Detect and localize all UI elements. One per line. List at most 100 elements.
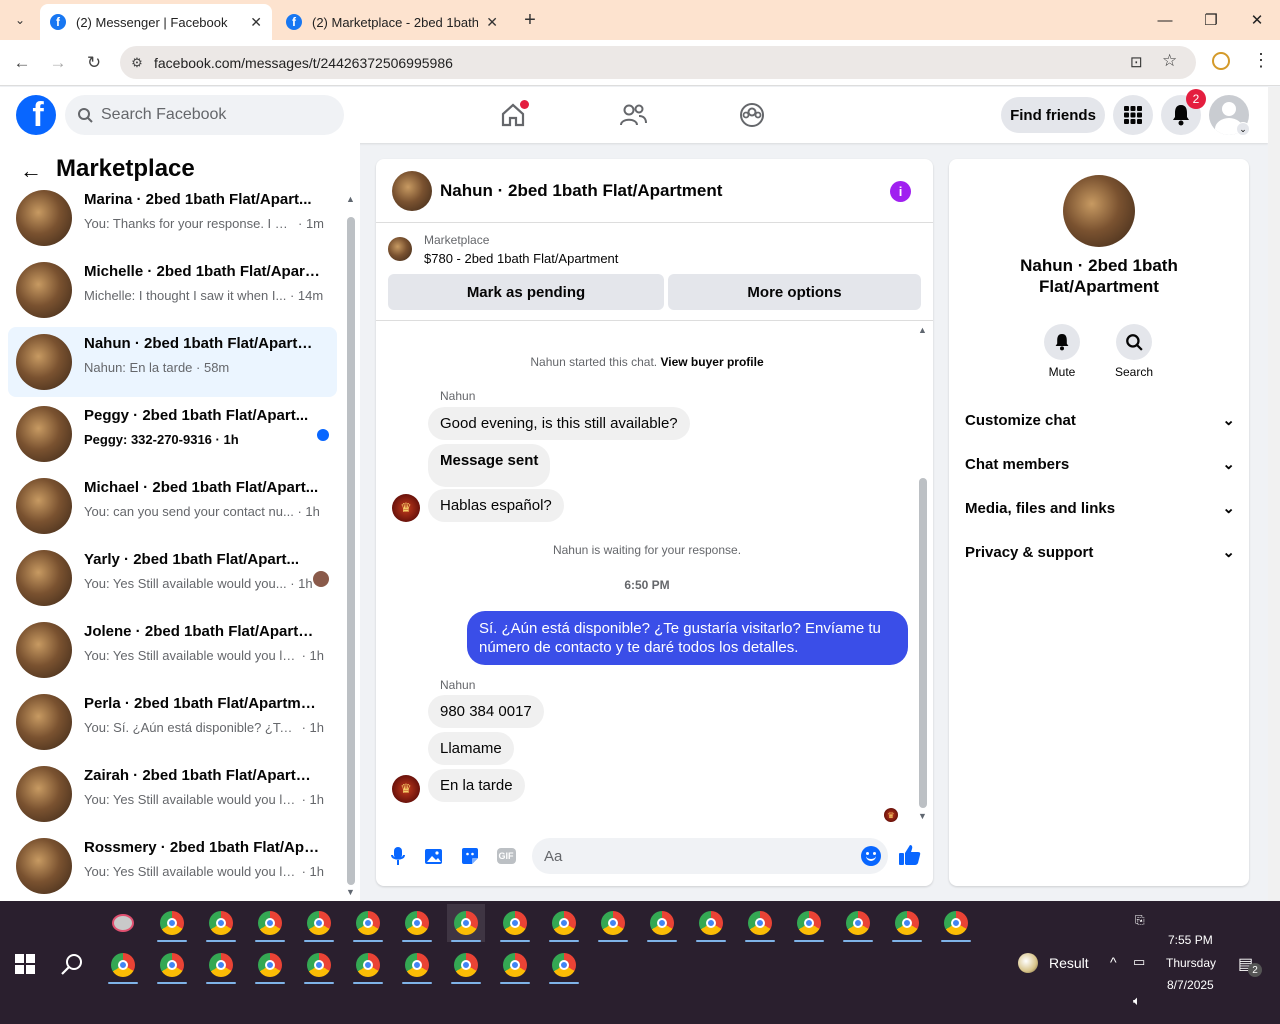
message-bubble[interactable]: 980 384 0017: [428, 695, 544, 728]
conversation-list-scrollbar[interactable]: [347, 217, 355, 885]
privacy-support-section[interactable]: Privacy & support ⌄: [965, 540, 1235, 564]
profile-icon[interactable]: [1212, 52, 1230, 70]
taskbar-chrome-icon[interactable]: [741, 904, 779, 942]
taskbar-chrome-icon[interactable]: [937, 904, 975, 942]
close-window-icon[interactable]: ✕: [1234, 0, 1280, 40]
taskbar-chrome-icon[interactable]: [349, 946, 387, 984]
message-bubble[interactable]: Llamame: [428, 732, 514, 765]
taskbar-chrome-icon[interactable]: [692, 904, 730, 942]
search-facebook-input[interactable]: Search Facebook: [65, 95, 344, 135]
taskbar-app-icon[interactable]: [104, 904, 142, 942]
menu-grid-icon[interactable]: [1113, 95, 1153, 135]
taskbar-chrome-icon[interactable]: [300, 946, 338, 984]
scroll-down-icon[interactable]: ▼: [918, 811, 927, 821]
page-scrollbar[interactable]: [1268, 87, 1280, 901]
taskbar-chrome-icon[interactable]: [496, 946, 534, 984]
view-buyer-profile-link[interactable]: View buyer profile: [660, 355, 763, 369]
chat-scrollbar[interactable]: [919, 478, 927, 808]
mute-bell-icon[interactable]: [1044, 324, 1080, 360]
friends-nav-icon[interactable]: [613, 96, 653, 134]
chat-listing-avatar[interactable]: [392, 171, 432, 211]
clock-time[interactable]: 7:55 PM: [1168, 933, 1213, 947]
info-icon[interactable]: i: [890, 181, 911, 202]
my-message-bubble[interactable]: Sí. ¿Aún está disponible? ¿Te gustaría v…: [467, 611, 908, 665]
more-options-button[interactable]: More options: [668, 274, 921, 310]
conversation-item[interactable]: Michael · 2bed 1bath Flat/Apart... You: c…: [8, 471, 337, 541]
browser-menu-icon[interactable]: ⋮: [1252, 50, 1270, 71]
taskbar-chrome-icon[interactable]: [202, 904, 240, 942]
weather-result-label[interactable]: Result: [1049, 955, 1089, 971]
tab-messenger[interactable]: f (2) Messenger | Facebook ✕: [40, 4, 272, 40]
conversation-item[interactable]: Yarly · 2bed 1bath Flat/Apart... You: Yes…: [8, 543, 337, 613]
taskbar-chrome-icon[interactable]: [398, 904, 436, 942]
message-bubble[interactable]: En la tarde: [428, 769, 525, 802]
minimize-icon[interactable]: —: [1142, 0, 1188, 40]
account-chevron-icon[interactable]: ⌄: [1236, 122, 1250, 136]
volume-icon[interactable]: 🔈︎: [1133, 993, 1141, 1009]
gif-icon[interactable]: GIF: [495, 845, 517, 867]
conversation-item[interactable]: Nahun · 2bed 1bath Flat/Apartm... Nahun: …: [8, 327, 337, 397]
windows-start-icon[interactable]: [15, 954, 35, 979]
find-friends-button[interactable]: Find friends: [1001, 97, 1105, 133]
customize-chat-section[interactable]: Customize chat ⌄: [965, 408, 1235, 432]
listing-avatar-large[interactable]: [1063, 175, 1135, 247]
taskbar-chrome-icon[interactable]: [545, 904, 583, 942]
clock-day[interactable]: Thursday: [1166, 956, 1216, 970]
search-conversation-icon[interactable]: [1116, 324, 1152, 360]
home-nav-icon[interactable]: [493, 96, 533, 134]
taskbar-chrome-icon[interactable]: [202, 946, 240, 984]
listing-title[interactable]: $780 - 2bed 1bath Flat/Apartment: [424, 251, 618, 266]
scroll-up-icon[interactable]: ▲: [918, 325, 927, 335]
show-hidden-icons-icon[interactable]: ^: [1110, 954, 1117, 970]
photo-icon[interactable]: [423, 845, 445, 867]
reload-icon[interactable]: ↻: [80, 49, 108, 77]
pen-tablet-icon[interactable]: ⎘: [1135, 913, 1145, 928]
conversation-item[interactable]: Jolene · 2bed 1bath Flat/Apartm... You: Y…: [8, 615, 337, 685]
message-bubble[interactable]: Good evening, is this still available?: [428, 407, 690, 440]
taskbar-search-icon[interactable]: [60, 952, 84, 981]
new-tab-icon[interactable]: +: [518, 8, 542, 32]
taskbar-chrome-icon[interactable]: [300, 904, 338, 942]
taskbar-chrome-icon[interactable]: [888, 904, 926, 942]
taskbar-chrome-icon[interactable]: [104, 946, 142, 984]
tab-close-icon[interactable]: ✕: [486, 14, 498, 31]
conversation-item[interactable]: Perla · 2bed 1bath Flat/Apartment You: Sí…: [8, 687, 337, 757]
address-bar[interactable]: ⚙ facebook.com/messages/t/24426372506995…: [120, 46, 1196, 79]
site-info-icon[interactable]: ⚙: [120, 55, 154, 71]
taskbar-chrome-icon[interactable]: [447, 904, 485, 942]
conversation-item[interactable]: Marina · 2bed 1bath Flat/Apart... You: Th…: [8, 183, 337, 253]
taskbar-chrome-icon[interactable]: [839, 904, 877, 942]
scroll-up-icon[interactable]: ▲: [346, 194, 355, 204]
weather-icon[interactable]: [1018, 953, 1038, 973]
conversation-item[interactable]: Peggy · 2bed 1bath Flat/Apart... Peggy: 3…: [8, 399, 337, 469]
bookmark-star-icon[interactable]: ☆: [1162, 51, 1177, 71]
mark-as-pending-button[interactable]: Mark as pending: [388, 274, 664, 310]
sender-avatar[interactable]: ♛: [392, 775, 420, 803]
taskbar-chrome-icon[interactable]: [251, 904, 289, 942]
tab-close-icon[interactable]: ✕: [250, 14, 262, 31]
taskbar-chrome-icon[interactable]: [594, 904, 632, 942]
scroll-down-icon[interactable]: ▼: [346, 887, 355, 897]
microphone-icon[interactable]: [387, 845, 409, 867]
taskbar-chrome-icon[interactable]: [153, 904, 191, 942]
taskbar-chrome-icon[interactable]: [643, 904, 681, 942]
tab-marketplace[interactable]: f (2) Marketplace - 2bed 1bath Fl ✕: [276, 4, 508, 40]
restore-icon[interactable]: ❐: [1188, 0, 1234, 40]
conversation-item[interactable]: Rossmery · 2bed 1bath Flat/Apa... You: Ye…: [8, 831, 337, 901]
tab-search-chevron-icon[interactable]: ⌄: [8, 8, 32, 32]
clock-date[interactable]: 8/7/2025: [1167, 978, 1214, 992]
chat-members-section[interactable]: Chat members ⌄: [965, 452, 1235, 476]
message-bubble[interactable]: Hablas español?: [428, 489, 564, 522]
taskbar-chrome-icon[interactable]: [447, 946, 485, 984]
forward-icon[interactable]: →: [44, 49, 72, 77]
chat-title[interactable]: Nahun · 2bed 1bath Flat/Apartment: [440, 181, 722, 201]
network-icon[interactable]: ▭: [1133, 954, 1145, 970]
taskbar-chrome-icon[interactable]: [398, 946, 436, 984]
install-app-icon[interactable]: ⊡: [1130, 53, 1143, 71]
thumbs-up-icon[interactable]: [898, 843, 922, 872]
back-arrow-icon[interactable]: ←: [20, 158, 42, 184]
listing-thumbnail[interactable]: [388, 237, 412, 261]
sticker-icon[interactable]: [459, 845, 481, 867]
facebook-logo-icon[interactable]: f: [16, 95, 56, 135]
taskbar-chrome-icon[interactable]: [251, 946, 289, 984]
